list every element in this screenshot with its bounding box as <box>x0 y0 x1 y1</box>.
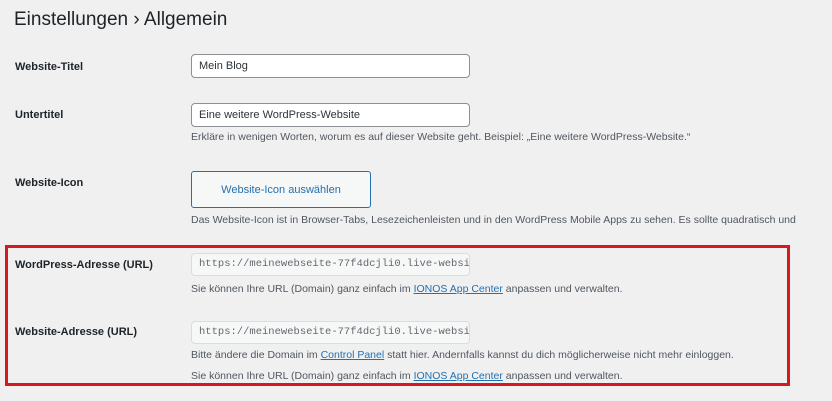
site-icon-description: Das Website-Icon ist in Browser-Tabs, Le… <box>191 214 796 226</box>
site-icon-label: Website-Icon <box>15 177 84 189</box>
tagline-label: Untertitel <box>15 109 64 121</box>
site-title-label: Website-Titel <box>15 61 84 73</box>
page-title: Einstellungen › Allgemein <box>14 9 228 30</box>
tagline-description: Erkläre in wenigen Worten, worum es auf … <box>191 131 691 143</box>
highlight-box <box>5 245 790 386</box>
site-title-input[interactable]: Mein Blog <box>191 54 470 78</box>
choose-site-icon-button[interactable]: Website-Icon auswählen <box>191 171 371 208</box>
tagline-input[interactable]: Eine weitere WordPress-Website <box>191 103 470 127</box>
